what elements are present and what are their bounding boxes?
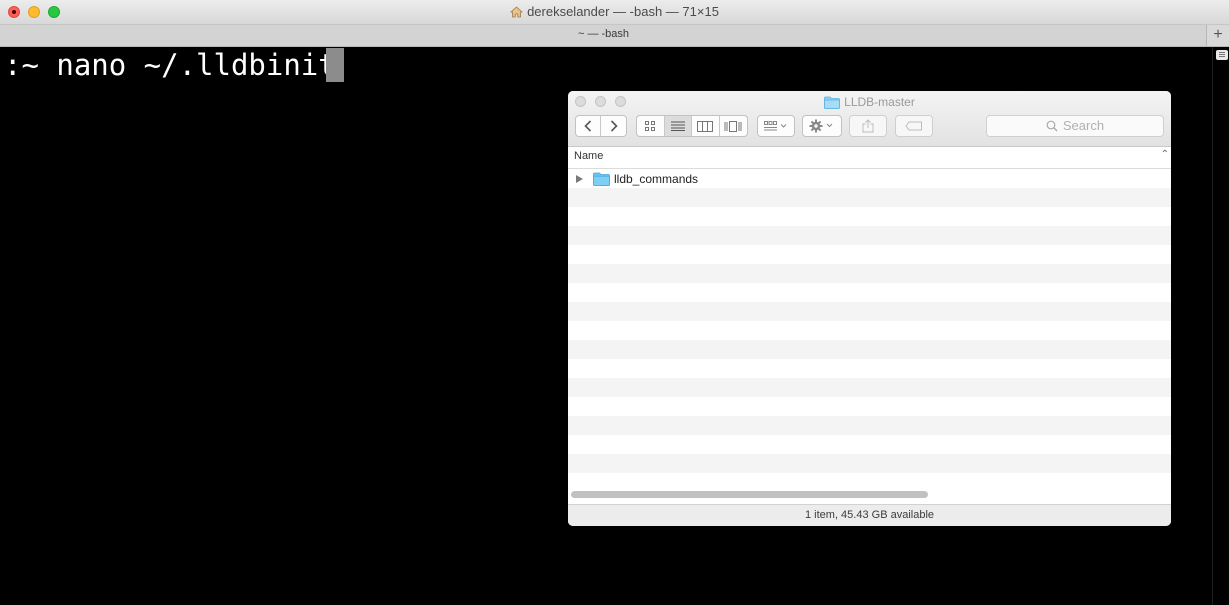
- scroll-marker-icon[interactable]: [1216, 50, 1228, 60]
- empty-row: [568, 321, 1171, 340]
- list-item-name: lldb_commands: [614, 172, 699, 186]
- empty-row: [568, 454, 1171, 473]
- list-header: Name ⌃: [568, 147, 1171, 169]
- empty-row: [568, 207, 1171, 226]
- terminal-titlebar: derekselander — -bash — 71×15: [0, 0, 1229, 25]
- terminal-cursor: [326, 48, 344, 82]
- folder-icon: [824, 96, 841, 112]
- share-button[interactable]: [849, 115, 887, 137]
- list-item[interactable]: lldb_commands: [568, 169, 1171, 188]
- view-mode-segment: [636, 115, 748, 137]
- empty-row: [568, 340, 1171, 359]
- horizontal-scrollbar[interactable]: [571, 491, 928, 498]
- tags-button[interactable]: [895, 115, 933, 137]
- empty-row: [568, 473, 1171, 492]
- action-menu-button[interactable]: [802, 115, 842, 137]
- finder-window: LLDB-master Search Name ⌃ lldb_commands …: [568, 91, 1171, 526]
- gear-icon: [809, 119, 833, 133]
- columns-icon: [697, 120, 714, 132]
- arrange-menu-button[interactable]: [757, 115, 795, 137]
- share-icon: [862, 119, 874, 133]
- empty-row: [568, 302, 1171, 321]
- terminal-scrollbar[interactable]: [1212, 47, 1229, 605]
- empty-row: [568, 188, 1171, 207]
- search-placeholder: Search: [1062, 118, 1105, 133]
- empty-row: [568, 359, 1171, 378]
- column-view-button[interactable]: [692, 116, 720, 136]
- empty-row: [568, 226, 1171, 245]
- gear-control[interactable]: [803, 116, 841, 136]
- empty-row: [568, 245, 1171, 264]
- tab-bash[interactable]: ~ — -bash: [0, 28, 1207, 40]
- finder-window-title: LLDB-master: [568, 95, 1171, 112]
- terminal-command-line: :~ nano ~/.lldbinit: [4, 48, 336, 82]
- empty-row: [568, 416, 1171, 435]
- empty-row: [568, 264, 1171, 283]
- grid-icon: [644, 120, 655, 131]
- terminal-title-text: derekselander — -bash — 71×15: [527, 4, 719, 19]
- search-icon: [1046, 120, 1058, 132]
- cover-flow-icon: [724, 120, 742, 132]
- nav-segment: [575, 115, 627, 137]
- terminal-window-title: derekselander — -bash — 71×15: [0, 4, 1229, 21]
- icon-view-button[interactable]: [637, 116, 665, 136]
- finder-toolbar: LLDB-master Search: [568, 91, 1171, 147]
- finder-title-text: LLDB-master: [844, 95, 915, 109]
- search-field[interactable]: Search: [986, 115, 1164, 137]
- forward-button[interactable]: [601, 116, 626, 136]
- cover-flow-button[interactable]: [720, 116, 747, 136]
- column-header-name[interactable]: Name: [574, 150, 603, 162]
- arrange-icon: [764, 121, 787, 131]
- terminal-tab-bar: ~ — -bash +: [0, 25, 1229, 47]
- tag-icon: [905, 121, 922, 131]
- empty-row: [568, 378, 1171, 397]
- back-button[interactable]: [576, 116, 602, 136]
- empty-row: [568, 435, 1171, 454]
- list-view-button[interactable]: [664, 116, 692, 136]
- status-bar: 1 item, 45.43 GB available: [568, 504, 1171, 526]
- new-tab-button[interactable]: +: [1206, 25, 1229, 46]
- disclosure-triangle-icon[interactable]: [576, 175, 583, 183]
- arrange-control[interactable]: [758, 116, 794, 136]
- chevron-left-icon: [584, 120, 592, 132]
- home-icon: [510, 6, 524, 21]
- file-list[interactable]: lldb_commands: [568, 169, 1171, 489]
- chevron-right-icon: [610, 120, 618, 132]
- list-icon: [670, 121, 685, 131]
- sort-ascending-icon: ⌃: [1160, 149, 1169, 160]
- empty-row: [568, 397, 1171, 416]
- empty-row: [568, 283, 1171, 302]
